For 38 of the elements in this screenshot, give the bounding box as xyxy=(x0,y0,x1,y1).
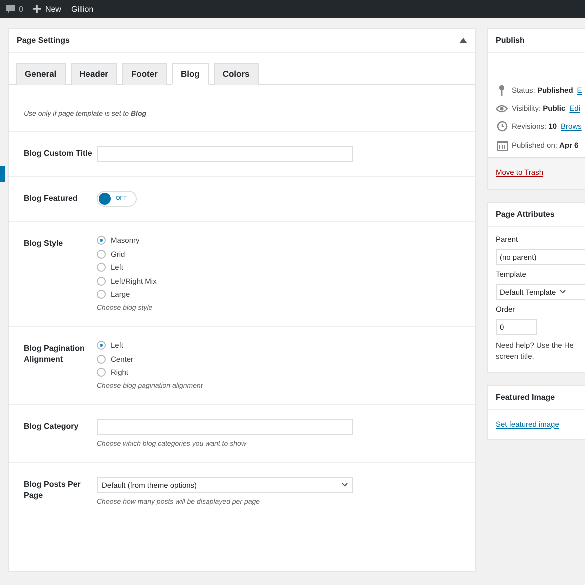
chevron-icon xyxy=(560,290,566,294)
tab[interactable]: Header xyxy=(70,63,118,85)
panel-title: Publish xyxy=(496,36,525,45)
comment-count: 0 xyxy=(19,4,24,14)
plus-icon[interactable] xyxy=(33,5,42,13)
chevron-icon xyxy=(342,483,348,487)
text-field[interactable] xyxy=(97,146,353,162)
tab[interactable]: Blog xyxy=(172,63,209,85)
eye-icon xyxy=(496,104,508,112)
radio-button[interactable] xyxy=(97,354,106,364)
field-label: Blog Featured xyxy=(24,193,79,205)
field-label: Blog Pagination Alignment xyxy=(24,343,86,366)
tab[interactable]: Footer xyxy=(122,63,167,85)
radio-button[interactable] xyxy=(97,250,106,258)
radio-button[interactable] xyxy=(97,276,106,286)
radio-button[interactable] xyxy=(97,263,106,272)
history-icon xyxy=(496,121,508,132)
calendar-icon xyxy=(496,140,508,151)
current-menu-indicator xyxy=(0,166,5,182)
radio-button[interactable] xyxy=(97,236,106,245)
pin-icon xyxy=(498,85,506,96)
field-label: Blog Posts Per Page xyxy=(24,479,82,502)
tab[interactable]: Colors xyxy=(214,63,259,85)
field-label: Blog Category xyxy=(24,421,80,433)
field-label: Blog Style xyxy=(24,238,64,250)
panel-title: Page Attributes xyxy=(496,210,555,219)
field-label: Blog Custom Title xyxy=(24,148,94,160)
comment-icon[interactable] xyxy=(6,4,15,14)
panel-title: Featured Image xyxy=(496,393,556,402)
text-field[interactable] xyxy=(97,419,353,435)
new-menu[interactable]: New xyxy=(45,4,62,14)
panel-title: Page Settings xyxy=(17,36,70,45)
tab[interactable]: General xyxy=(16,63,66,85)
site-name[interactable]: Gillion xyxy=(71,4,94,14)
collapse-icon[interactable] xyxy=(460,38,467,43)
radio-button[interactable] xyxy=(97,290,106,299)
radio-button[interactable] xyxy=(97,368,106,377)
radio-button[interactable] xyxy=(97,341,106,350)
